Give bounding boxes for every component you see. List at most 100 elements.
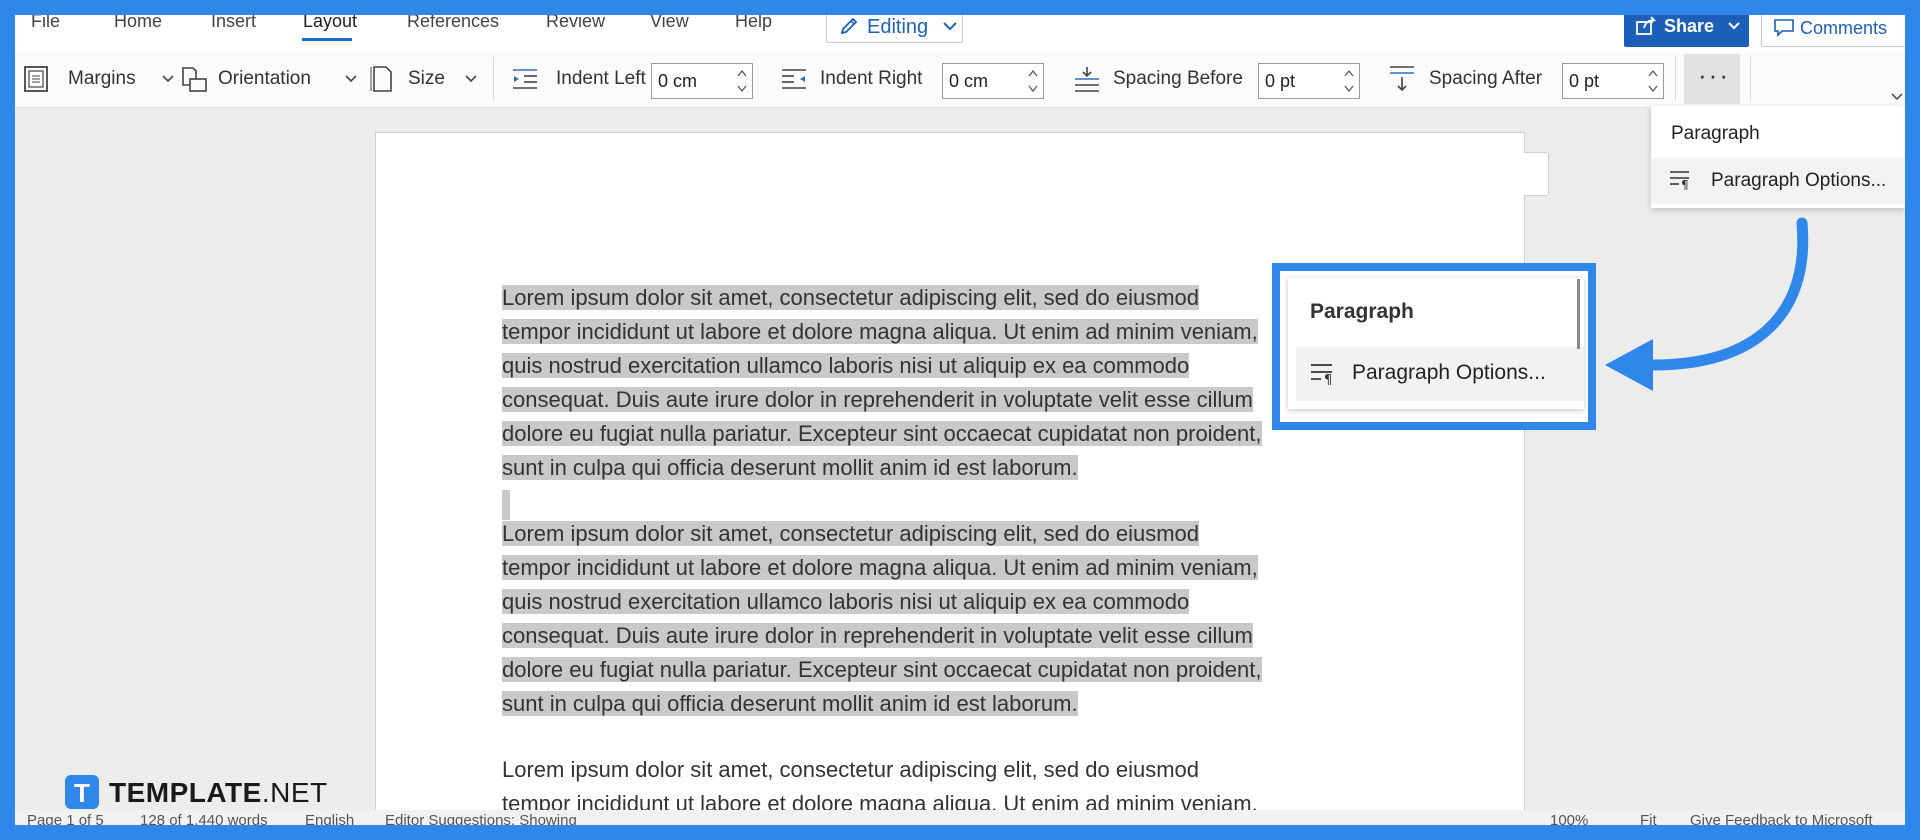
chevron-down-icon bbox=[1728, 22, 1740, 30]
ribbon-separator bbox=[1675, 57, 1676, 101]
spinner-arrows-icon[interactable] bbox=[1344, 67, 1354, 95]
spacing-before-icon bbox=[1075, 67, 1099, 92]
spacing-after-label: Spacing After bbox=[1429, 68, 1543, 89]
status-language[interactable]: English bbox=[305, 812, 354, 825]
orientation-label: Orientation bbox=[218, 68, 311, 89]
spinner-arrows-icon[interactable] bbox=[1648, 67, 1658, 95]
text-line: quis nostrud exercitation ullamco labori… bbox=[502, 353, 1190, 378]
more-options-icon: ··· bbox=[1698, 60, 1730, 90]
indent-right-input[interactable]: 0 cm bbox=[942, 63, 1044, 99]
status-feedback[interactable]: Give Feedback to Microsoft bbox=[1690, 812, 1873, 825]
status-zoom-level[interactable]: 100% bbox=[1550, 812, 1588, 825]
paragraph-options-icon: ¶ bbox=[1311, 364, 1332, 385]
text-line: Lorem ipsum dolor sit amet, consectetur … bbox=[502, 757, 1200, 782]
callout-header: Paragraph bbox=[1310, 300, 1414, 323]
status-bar: Page 1 of 5 128 of 1,440 words English E… bbox=[15, 810, 1905, 825]
paragraph-2-selected[interactable]: Lorem ipsum dolor sit amet, consectetur … bbox=[502, 517, 1402, 721]
orientation-button[interactable]: Orientation bbox=[180, 51, 365, 107]
indent-right-value: 0 cm bbox=[949, 71, 989, 91]
callout-paragraph-options-label: Paragraph Options... bbox=[1352, 361, 1546, 384]
text-line: dolore eu fugiat nulla pariatur. Excepte… bbox=[502, 421, 1262, 446]
comments-button[interactable]: Comments bbox=[1761, 15, 1905, 47]
callout-menu: Paragraph ¶ Paragraph Options... bbox=[1288, 278, 1584, 409]
callout-paragraph-options-item[interactable]: ¶ Paragraph Options... bbox=[1296, 347, 1584, 401]
pencil-icon bbox=[840, 17, 858, 35]
menu-file[interactable]: File bbox=[31, 15, 60, 32]
menu-help[interactable]: Help bbox=[735, 15, 772, 32]
spacing-after-input[interactable]: 0 pt bbox=[1562, 63, 1664, 99]
menu-references[interactable]: References bbox=[407, 15, 499, 32]
editing-mode-button[interactable]: Editing bbox=[826, 15, 963, 43]
active-tab-indicator bbox=[302, 38, 352, 41]
chevron-down-icon bbox=[162, 75, 174, 83]
text-line: consequat. Duis aute irure dolor in repr… bbox=[502, 623, 1253, 648]
size-button[interactable]: Size bbox=[370, 51, 480, 107]
status-fit[interactable]: Fit bbox=[1640, 812, 1657, 825]
comments-label: Comments bbox=[1800, 18, 1888, 38]
editing-label: Editing bbox=[867, 16, 929, 38]
margins-label: Margins bbox=[68, 68, 136, 89]
svg-text:¶: ¶ bbox=[1324, 373, 1332, 385]
svg-text:¶: ¶ bbox=[1681, 178, 1689, 190]
callout-scrollbar bbox=[1577, 279, 1580, 349]
size-label: Size bbox=[408, 68, 445, 89]
margins-button[interactable]: Margins bbox=[23, 51, 174, 107]
spacing-before-input[interactable]: 0 pt bbox=[1258, 63, 1360, 99]
share-label: Share bbox=[1664, 16, 1715, 36]
indent-right-icon bbox=[782, 69, 806, 89]
orientation-icon bbox=[182, 67, 207, 92]
share-button[interactable]: Share bbox=[1624, 15, 1749, 47]
menu-review[interactable]: Review bbox=[546, 15, 605, 32]
menu-layout[interactable]: Layout bbox=[303, 15, 357, 32]
menu-home[interactable]: Home bbox=[114, 15, 162, 32]
text-line: Lorem ipsum dolor sit amet, consectetur … bbox=[502, 521, 1200, 546]
layout-ribbon: Margins Orientation Size Indent Left 0 c… bbox=[15, 51, 1905, 108]
paragraph-options-menu-item[interactable]: ¶ Paragraph Options... bbox=[1651, 158, 1905, 204]
spacing-before-label: Spacing Before bbox=[1113, 68, 1243, 89]
spacing-after-value: 0 pt bbox=[1569, 71, 1600, 91]
indent-left-input[interactable]: 0 cm bbox=[651, 63, 753, 99]
text-line: dolore eu fugiat nulla pariatur. Excepte… bbox=[502, 657, 1262, 682]
dropdown-header: Paragraph bbox=[1671, 123, 1760, 144]
spacing-after-group: Spacing After bbox=[1385, 51, 1565, 107]
chevron-down-icon bbox=[345, 75, 357, 83]
spinner-arrows-icon[interactable] bbox=[737, 67, 747, 95]
comment-icon bbox=[1774, 19, 1794, 37]
more-options-button[interactable]: ··· bbox=[1684, 54, 1740, 104]
text-line: Lorem ipsum dolor sit amet, consectetur … bbox=[502, 285, 1200, 310]
text-line: tempor incididunt ut labore et dolore ma… bbox=[502, 555, 1258, 580]
indent-left-label: Indent Left bbox=[556, 68, 646, 89]
indent-left-icon bbox=[513, 69, 537, 89]
menu-view[interactable]: View bbox=[650, 15, 689, 32]
spacing-before-value: 0 pt bbox=[1265, 71, 1296, 91]
app-window: File Home Insert Layout References Revie… bbox=[15, 15, 1905, 825]
spacing-after-icon bbox=[1390, 66, 1414, 92]
status-page: Page 1 of 5 bbox=[27, 812, 104, 825]
ribbon-collapse-chevron-icon[interactable] bbox=[1891, 93, 1903, 101]
indent-left-value: 0 cm bbox=[658, 71, 698, 91]
menu-insert[interactable]: Insert bbox=[211, 15, 256, 32]
paragraph-dropdown: Paragraph ¶ Paragraph Options... bbox=[1651, 106, 1905, 208]
page-side-widget[interactable] bbox=[1524, 152, 1549, 196]
text-line: quis nostrud exercitation ullamco labori… bbox=[502, 589, 1190, 614]
spacing-before-group: Spacing Before bbox=[1070, 51, 1270, 107]
logo-mark: T bbox=[65, 775, 99, 809]
spinner-arrows-icon[interactable] bbox=[1028, 67, 1038, 95]
paragraph-options-label: Paragraph Options... bbox=[1711, 170, 1887, 191]
paragraph-1-selected[interactable]: Lorem ipsum dolor sit amet, consectetur … bbox=[502, 281, 1402, 485]
paragraph-options-icon: ¶ bbox=[1670, 171, 1689, 190]
zoom-callout: Paragraph ¶ Paragraph Options... bbox=[1272, 263, 1596, 430]
empty-line-selection bbox=[502, 490, 510, 520]
text-line: sunt in culpa qui officia deserunt molli… bbox=[502, 455, 1078, 480]
text-line: tempor incididunt ut labore et dolore ma… bbox=[502, 319, 1258, 344]
text-line: consequat. Duis aute irure dolor in repr… bbox=[502, 387, 1253, 412]
text-line: sunt in culpa qui officia deserunt molli… bbox=[502, 691, 1078, 716]
status-word-count: 128 of 1,440 words bbox=[140, 812, 268, 825]
indent-right-group: Indent Right bbox=[777, 51, 947, 107]
status-editor-suggestions[interactable]: Editor Suggestions: Showing bbox=[385, 812, 577, 825]
margins-icon bbox=[24, 66, 48, 92]
ribbon-separator bbox=[493, 57, 494, 101]
document-page[interactable]: Lorem ipsum dolor sit amet, consectetur … bbox=[375, 132, 1525, 825]
share-icon bbox=[1636, 16, 1657, 35]
logo-text: TEMPLATE.NET bbox=[109, 777, 328, 808]
